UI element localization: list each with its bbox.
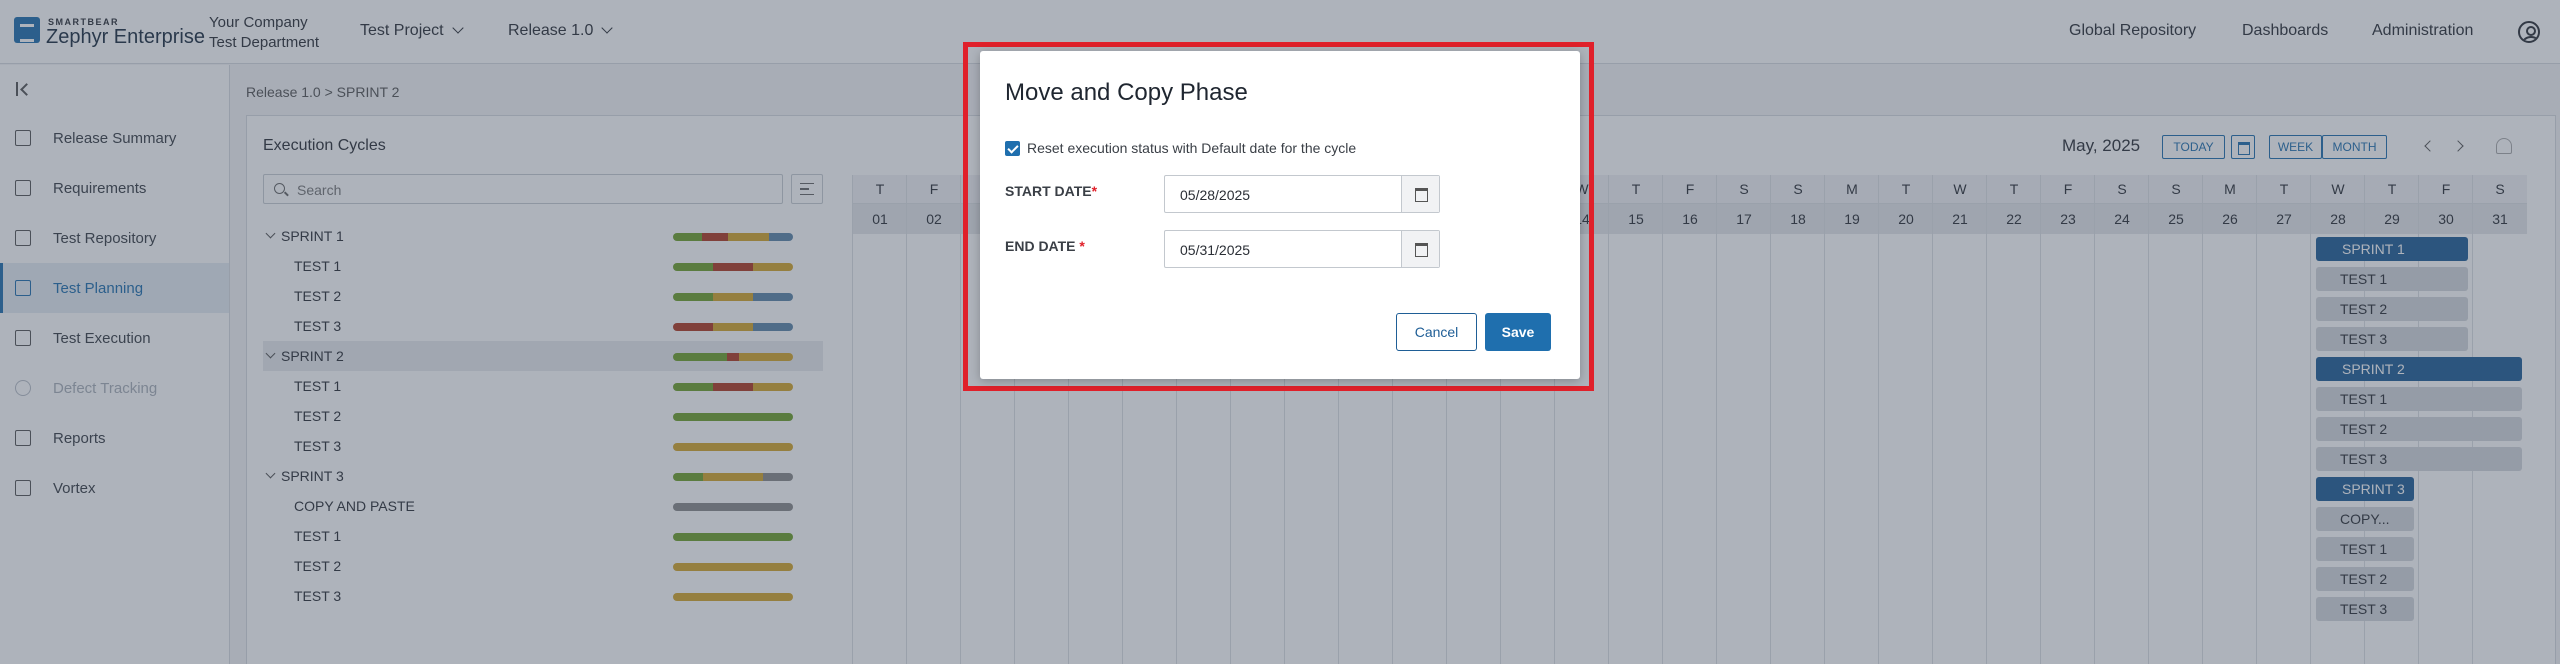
reset-execution-checkbox[interactable] (1005, 141, 1020, 156)
save-button[interactable]: Save (1485, 313, 1551, 351)
end-date-value: 05/31/2025 (1180, 242, 1251, 258)
start-date-field[interactable]: 05/28/2025 (1164, 175, 1440, 213)
end-date-field[interactable]: 05/31/2025 (1164, 230, 1440, 268)
calendar-icon[interactable] (1401, 176, 1439, 212)
start-date-label-text: START DATE (1005, 183, 1092, 199)
start-date-value: 05/28/2025 (1180, 187, 1251, 203)
required-mark: * (1079, 238, 1085, 254)
dialog-title: Move and Copy Phase (1005, 79, 1248, 106)
move-copy-phase-dialog: Move and Copy Phase Reset execution stat… (980, 51, 1580, 379)
end-date-label: END DATE * (1005, 238, 1085, 254)
required-mark: * (1091, 183, 1098, 199)
end-date-label-text: END DATE (1005, 238, 1076, 254)
start-date-label: START DATE* (1005, 183, 1097, 199)
cancel-button[interactable]: Cancel (1396, 313, 1477, 351)
calendar-icon[interactable] (1401, 231, 1439, 267)
reset-execution-label[interactable]: Reset execution status with Default date… (1027, 140, 1356, 156)
